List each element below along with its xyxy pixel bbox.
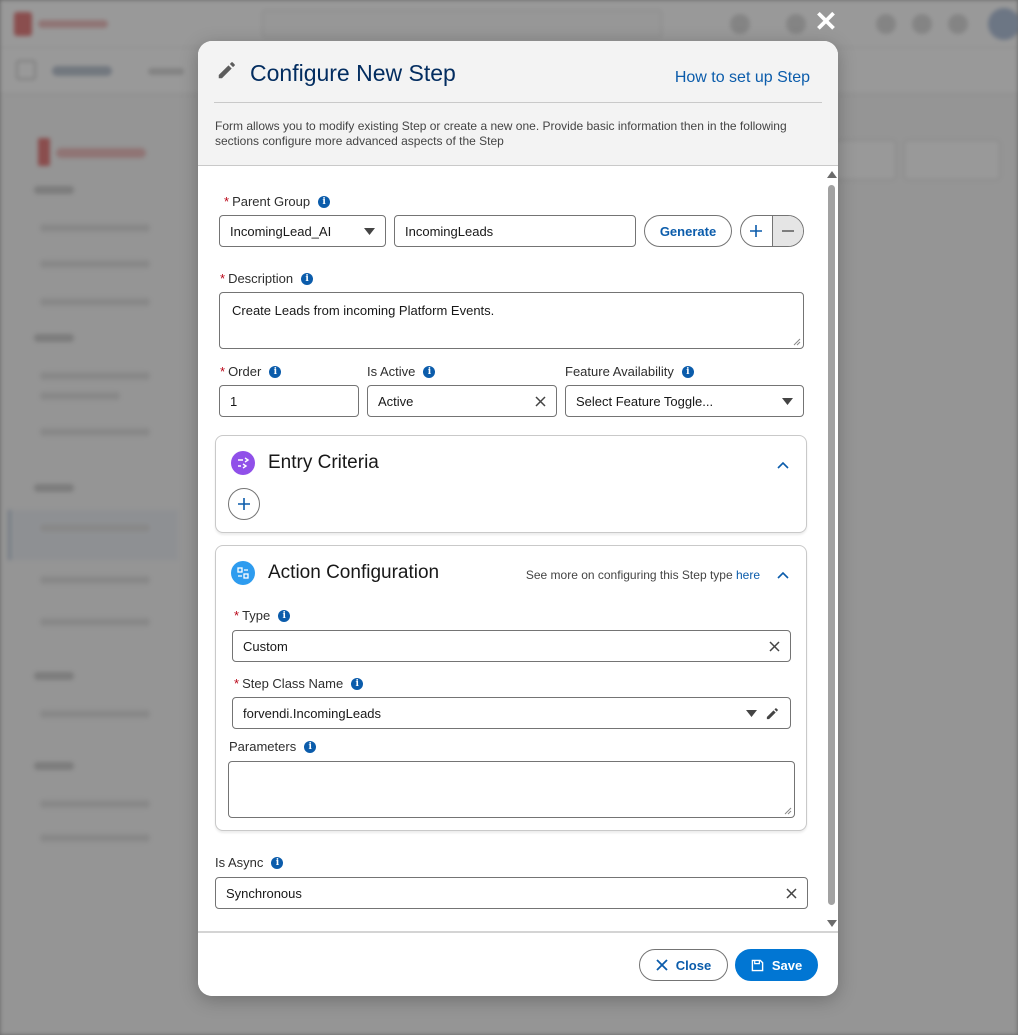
add-remove-button-group (740, 215, 804, 247)
how-to-setup-link[interactable]: How to set up Step (675, 69, 810, 87)
order-input[interactable]: 1 (219, 385, 359, 417)
modal-description: Form allows you to modify existing Step … (215, 119, 787, 148)
body-scrollbar[interactable] (824, 167, 838, 931)
remove-group-button[interactable] (771, 216, 803, 246)
is-async-combobox[interactable]: Synchronous (215, 877, 808, 909)
info-icon[interactable]: i (423, 365, 436, 378)
step-type-note: See more on configuring this Step type h… (525, 568, 760, 582)
modal-body: * Parent Group i IncomingLead_AI IncomingL… (198, 167, 838, 931)
type-label: * Type i (234, 608, 291, 623)
info-icon[interactable]: i (351, 677, 364, 690)
info-icon[interactable]: i (271, 856, 284, 869)
info-icon[interactable]: i (304, 740, 317, 753)
action-configuration-title: Action Configuration (268, 562, 440, 583)
parameters-textarea[interactable] (228, 761, 795, 818)
parent-group-label: * Parent Group i (224, 194, 331, 209)
info-icon[interactable]: i (278, 609, 291, 622)
plus-icon (750, 225, 763, 237)
order-label: * Order i (220, 364, 282, 379)
modal-footer: Close Save (198, 931, 838, 996)
scroll-up-arrow-icon[interactable] (827, 171, 837, 178)
is-active-combobox[interactable]: Active (367, 385, 557, 417)
scroll-down-arrow-icon[interactable] (827, 920, 837, 927)
save-icon (751, 959, 764, 971)
chevron-up-icon[interactable] (776, 568, 790, 582)
is-active-label: Is Active i (367, 364, 436, 379)
save-button[interactable]: Save (735, 949, 818, 981)
clear-icon[interactable] (769, 640, 780, 652)
caret-down-icon (364, 227, 375, 235)
info-icon[interactable]: i (318, 195, 331, 208)
scroll-thumb[interactable] (828, 185, 835, 905)
minus-icon (781, 230, 794, 232)
chevron-up-icon[interactable] (776, 458, 790, 472)
header-divider (214, 102, 822, 103)
is-async-label: Is Async i (215, 855, 284, 870)
close-overlay-icon[interactable]: ✕ (812, 8, 840, 36)
step-class-name-label: * Step Class Name i (234, 676, 364, 691)
close-icon (656, 959, 668, 971)
plus-icon (238, 498, 250, 510)
resize-grip-icon[interactable] (784, 807, 792, 815)
resize-grip-icon[interactable] (793, 338, 801, 346)
configure-step-modal: Configure New Step How to set up Step Fo… (198, 41, 838, 996)
type-combobox[interactable]: Custom (232, 630, 791, 662)
edit-pencil-icon[interactable] (765, 706, 780, 721)
entry-criteria-icon (231, 451, 255, 475)
info-icon[interactable]: i (681, 365, 694, 378)
clear-icon[interactable] (535, 395, 546, 407)
caret-down-icon (782, 397, 793, 405)
generate-button[interactable]: Generate (644, 215, 732, 247)
pencil-icon (218, 62, 235, 79)
caret-down-icon[interactable] (746, 709, 757, 717)
feature-availability-label: Feature Availability i (565, 364, 694, 379)
entry-criteria-title: Entry Criteria (268, 452, 379, 473)
description-label: * Description i (220, 271, 314, 286)
parent-group-name-input[interactable]: IncomingLeads (394, 215, 636, 247)
parameters-label: Parameters i (229, 739, 317, 754)
close-button[interactable]: Close (639, 949, 728, 981)
info-icon[interactable]: i (269, 365, 282, 378)
clear-icon[interactable] (786, 887, 797, 899)
entry-criteria-card: Entry Criteria (215, 435, 807, 533)
action-configuration-card: Action Configuration See more on configu… (215, 545, 807, 831)
modal-header: Configure New Step How to set up Step Fo… (198, 41, 838, 166)
add-group-button[interactable] (741, 216, 772, 246)
modal-title: Configure New Step (250, 60, 456, 86)
feature-toggle-select[interactable]: Select Feature Toggle... (565, 385, 804, 417)
action-configuration-icon (231, 561, 255, 585)
step-class-name-select[interactable]: forvendi.IncomingLeads (232, 697, 791, 729)
info-icon[interactable]: i (301, 272, 314, 285)
parent-group-select[interactable]: IncomingLead_AI (219, 215, 386, 247)
step-type-here-link[interactable]: here (736, 568, 760, 582)
add-entry-criteria-button[interactable] (228, 488, 260, 520)
description-textarea[interactable]: Create Leads from incoming Platform Even… (219, 292, 804, 349)
